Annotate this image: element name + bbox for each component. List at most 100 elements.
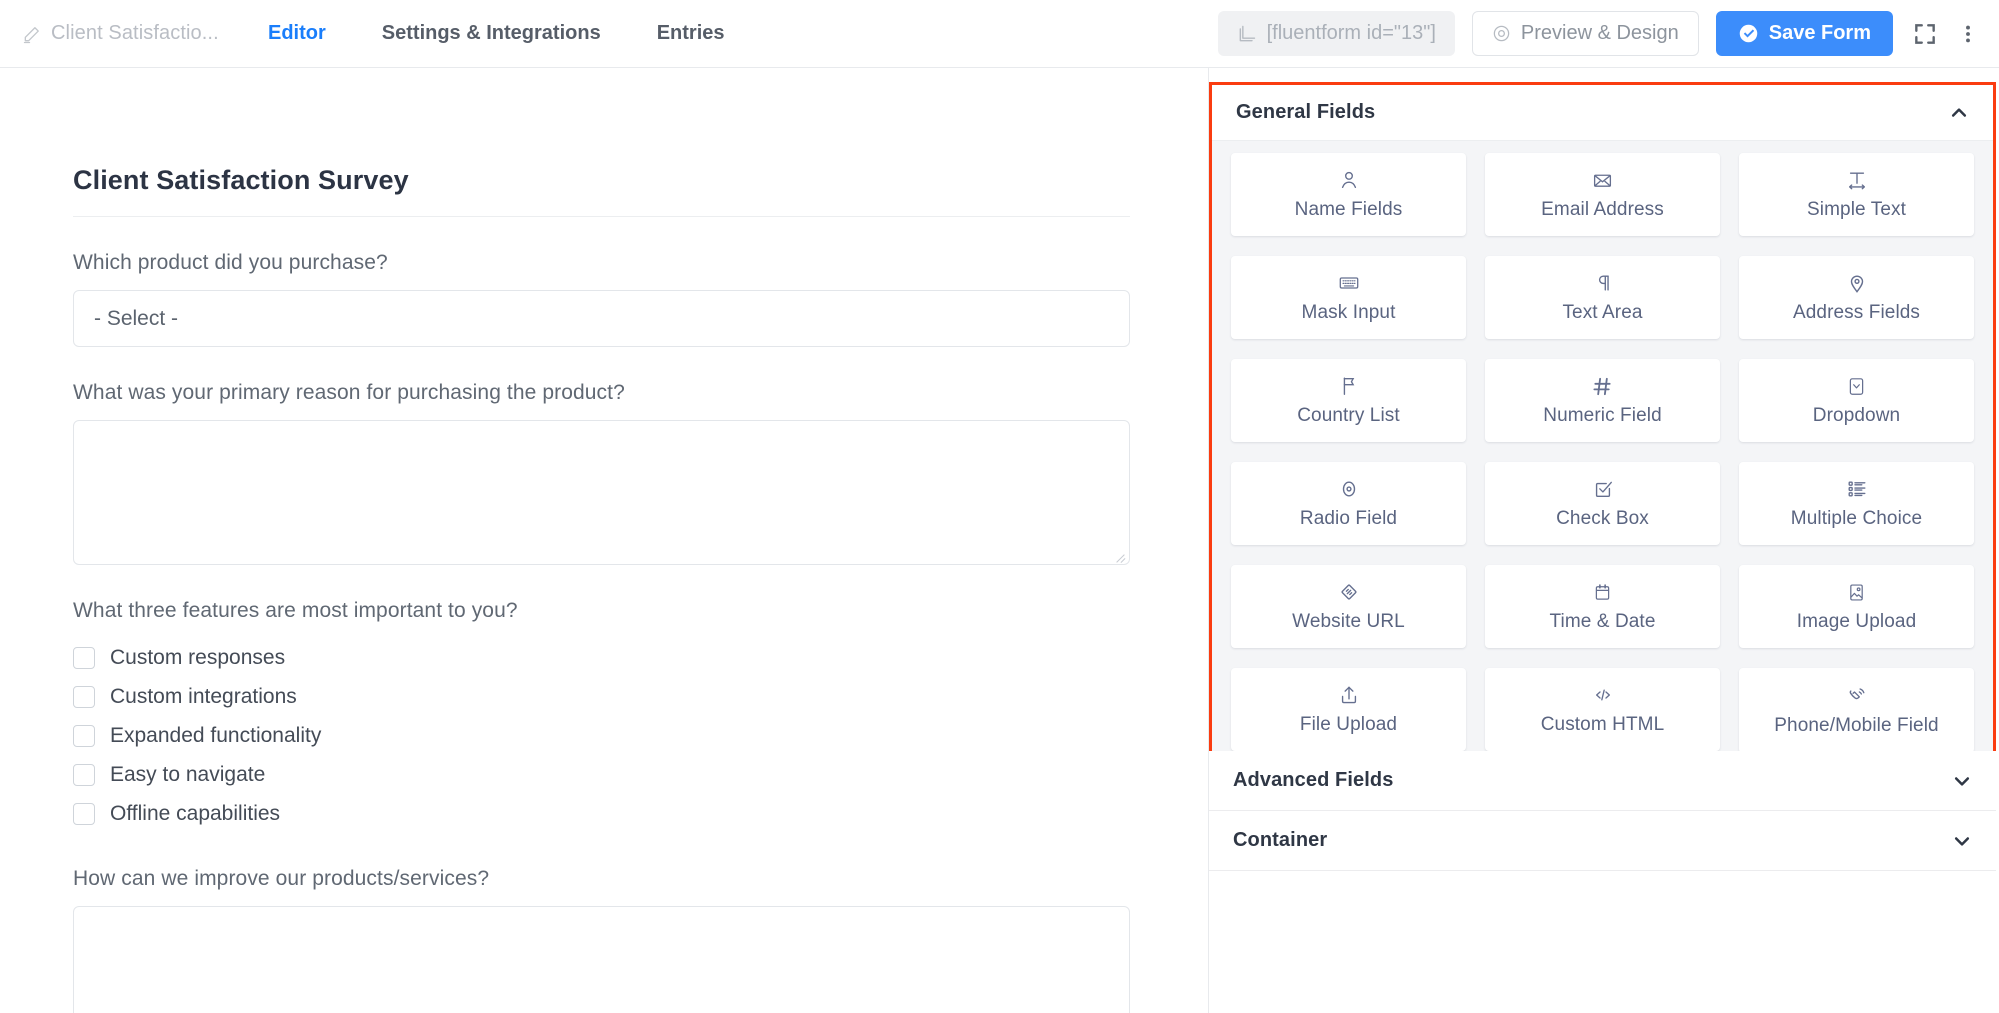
chevron-down-icon[interactable] xyxy=(1952,831,1972,851)
field-tile-country-list[interactable]: Country List xyxy=(1231,359,1466,442)
envelope-icon xyxy=(1592,168,1613,192)
phone-icon xyxy=(1846,684,1868,708)
resize-handle-icon[interactable] xyxy=(1115,550,1126,561)
checkbox-list: Custom responses Custom integrations Exp… xyxy=(73,638,1130,833)
chevron-down-icon[interactable] xyxy=(1952,771,1972,791)
checkbox-icon[interactable] xyxy=(73,802,95,825)
field-tile-radio-field[interactable]: Radio Field xyxy=(1231,462,1466,545)
form-title-label: Client Satisfactio... xyxy=(51,22,219,44)
field-tile-label: Simple Text xyxy=(1807,199,1906,220)
general-fields-accordion: General Fields Name Fields Email Address… xyxy=(1209,82,1996,778)
field-tile-label: Time & Date xyxy=(1549,611,1656,632)
field-tile-label: Text Area xyxy=(1562,302,1643,323)
list-item[interactable]: Offline capabilities xyxy=(73,794,1130,833)
field-label: What was your primary reason for purchas… xyxy=(73,381,625,404)
form-field-select[interactable]: Which product did you purchase? - Select… xyxy=(73,251,1130,347)
shortcode-icon xyxy=(1237,24,1257,44)
list-item[interactable]: Custom responses xyxy=(73,638,1130,677)
field-tile-address-fields[interactable]: Address Fields xyxy=(1739,256,1974,339)
checkbox-label: Custom responses xyxy=(110,645,286,669)
field-tile-label: Multiple Choice xyxy=(1790,508,1923,529)
container-accordion[interactable]: Container xyxy=(1209,811,1996,871)
list-item[interactable]: Expanded functionality xyxy=(73,716,1130,755)
checkbox-icon[interactable] xyxy=(73,685,95,708)
kebab-menu-icon[interactable] xyxy=(1957,19,1979,49)
field-tile-mask-input[interactable]: Mask Input xyxy=(1231,256,1466,339)
field-tile-label: Image Upload xyxy=(1796,611,1917,632)
list-item[interactable]: Custom integrations xyxy=(73,677,1130,716)
field-tile-text-area[interactable]: Text Area xyxy=(1485,256,1720,339)
calendar-icon xyxy=(1592,580,1613,604)
shortcode-field[interactable]: [fluentform id="13"] xyxy=(1217,11,1455,56)
preview-design-button[interactable]: Preview & Design xyxy=(1471,11,1699,56)
map-pin-icon xyxy=(1846,271,1868,295)
field-tile-label: Website URL xyxy=(1292,611,1405,632)
field-tile-custom-html[interactable]: Custom HTML xyxy=(1485,668,1720,751)
field-tile-file-upload[interactable]: File Upload xyxy=(1231,668,1466,751)
keyboard-icon xyxy=(1338,271,1360,295)
checkbox-icon[interactable] xyxy=(73,763,95,786)
form-field-textarea-improve[interactable]: How can we improve our products/services… xyxy=(73,867,1130,1013)
text-width-icon xyxy=(1846,168,1868,192)
reason-textarea-input[interactable] xyxy=(73,420,1130,565)
save-form-button[interactable]: Save Form xyxy=(1715,11,1893,56)
advanced-fields-title: Advanced Fields xyxy=(1233,769,1394,791)
product-select-input[interactable]: - Select - xyxy=(73,290,1130,347)
flag-icon xyxy=(1338,374,1360,398)
field-tile-label: Dropdown xyxy=(1812,405,1901,426)
preview-design-label: Preview & Design xyxy=(1520,22,1679,44)
select-value: - Select - xyxy=(94,306,179,330)
field-tile-image-upload[interactable]: Image Upload xyxy=(1739,565,1974,648)
dropdown-icon xyxy=(1846,374,1867,398)
checkbox-icon[interactable] xyxy=(73,646,95,669)
field-tile-label: Custom HTML xyxy=(1540,714,1665,735)
form-preview: Client Satisfaction Survey Which product… xyxy=(73,165,1130,1013)
field-tile-label: Phone/Mobile Field xyxy=(1774,715,1939,736)
field-tile-label: Name Fields xyxy=(1294,199,1403,220)
form-editor-canvas: Client Satisfaction Survey Which product… xyxy=(0,68,1208,1013)
container-title: Container xyxy=(1233,829,1328,851)
fullscreen-icon[interactable] xyxy=(1910,19,1940,49)
list-item[interactable]: Easy to navigate xyxy=(73,755,1130,794)
field-tile-email-address[interactable]: Email Address xyxy=(1485,153,1720,236)
tab-entries[interactable]: Entries xyxy=(629,22,753,45)
checkbox-label: Easy to navigate xyxy=(110,762,266,786)
field-tile-label: File Upload xyxy=(1299,714,1398,735)
advanced-fields-accordion[interactable]: Advanced Fields xyxy=(1209,751,1996,811)
field-tile-check-box[interactable]: Check Box xyxy=(1485,462,1720,545)
field-tile-time-date[interactable]: Time & Date xyxy=(1485,565,1720,648)
chevron-up-icon[interactable] xyxy=(1949,103,1969,123)
checkbox-label: Offline capabilities xyxy=(110,801,281,825)
field-tile-label: Check Box xyxy=(1556,508,1649,529)
general-fields-body: Name Fields Email Address Simple Text Ma… xyxy=(1212,140,1993,775)
main-nav: Editor Settings & Integrations Entries xyxy=(240,22,753,45)
field-tile-website-url[interactable]: Website URL xyxy=(1231,565,1466,648)
field-tile-phone-mobile-field[interactable]: Phone/Mobile Field xyxy=(1739,668,1974,753)
fields-sidebar: General Fields Name Fields Email Address… xyxy=(1208,68,1999,1013)
field-tile-simple-text[interactable]: Simple Text xyxy=(1739,153,1974,236)
field-label: What three features are most important t… xyxy=(73,599,518,622)
improve-textarea-input[interactable] xyxy=(73,906,1130,1013)
field-label: How can we improve our products/services… xyxy=(73,867,490,890)
checkbox-label: Custom integrations xyxy=(110,684,297,708)
tab-settings-integrations[interactable]: Settings & Integrations xyxy=(354,22,629,45)
field-tile-label: Numeric Field xyxy=(1543,405,1662,426)
field-tile-label: Mask Input xyxy=(1301,302,1396,323)
field-tile-numeric-field[interactable]: Numeric Field xyxy=(1485,359,1720,442)
field-tile-dropdown[interactable]: Dropdown xyxy=(1739,359,1974,442)
page-title: Client Satisfaction Survey xyxy=(73,165,409,195)
field-tile-multiple-choice[interactable]: Multiple Choice xyxy=(1739,462,1974,545)
general-fields-header[interactable]: General Fields xyxy=(1212,85,1993,140)
form-name-area[interactable]: Client Satisfactio... xyxy=(22,22,222,45)
field-tile-label: Email Address xyxy=(1541,199,1664,220)
checkbox-label: Expanded functionality xyxy=(110,723,322,747)
checkbox-icon[interactable] xyxy=(73,724,95,747)
field-label: Which product did you purchase? xyxy=(73,251,388,274)
field-tile-label: Radio Field xyxy=(1299,508,1398,529)
tab-editor[interactable]: Editor xyxy=(240,22,354,45)
field-tile-label: Address Fields xyxy=(1792,302,1921,323)
field-tile-name-fields[interactable]: Name Fields xyxy=(1231,153,1466,236)
form-field-textarea-reason[interactable]: What was your primary reason for purchas… xyxy=(73,381,1130,565)
pencil-icon[interactable] xyxy=(22,24,42,44)
title-divider xyxy=(73,216,1130,217)
